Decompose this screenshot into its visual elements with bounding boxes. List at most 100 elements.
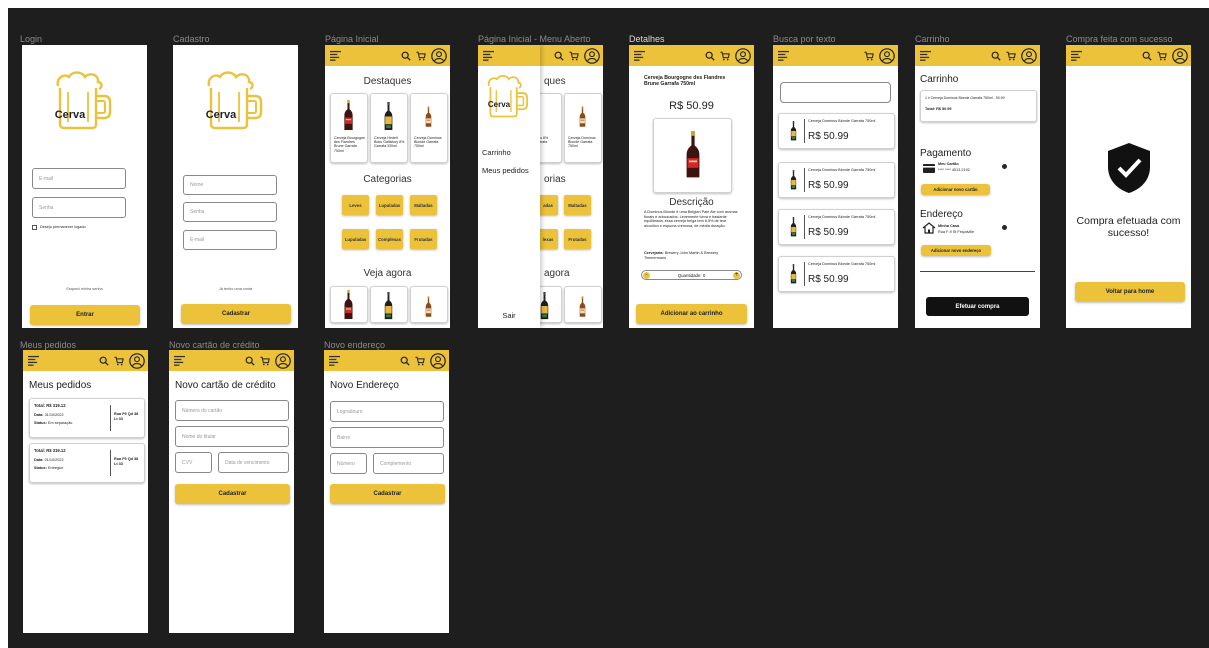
highlight-card[interactable]: Cerveja Bourgogne des Flandres Brune Gar… [330,93,368,163]
order-date: Data: 01/10/2022 [34,458,64,463]
add-card-button[interactable]: Adicionar novo cartão [921,184,990,195]
screen-inicial: Destaques Cerveja Bourgogne des Flandres… [325,45,450,328]
product-name: Cerveja Bourgogne des Flandres Brune Gar… [334,136,365,153]
email-input[interactable]: E-mail [32,168,126,189]
payment-title: Pagamento [920,148,972,159]
user-icon[interactable] [879,48,895,64]
quantity-plus-button[interactable]: + [733,271,740,279]
top-bar [169,350,294,371]
highlight-card[interactable]: Cerveja Hedelt Boku Gallistory 8% Garraf… [370,93,408,163]
drawer-item-carrinho[interactable]: Carrinho [482,148,511,157]
have-account-link[interactable]: Já tenho uma conta [173,287,298,292]
product-card[interactable] [410,286,448,323]
user-icon[interactable] [735,48,751,64]
order-card[interactable]: Total: R$ 319.12 Data: 01/10/2022 Status… [29,443,145,483]
product-card[interactable] [370,286,408,323]
complement-input[interactable]: Complemento [373,453,444,474]
cart-icon[interactable] [864,51,874,61]
district-input[interactable]: Bairro [330,427,444,448]
cart-icon[interactable] [415,356,425,366]
search-icon[interactable] [245,356,255,366]
product-name: Cerveja Dominus Blonde Garrafa 750ml [568,136,596,149]
cart-icon[interactable] [720,51,730,61]
search-icon[interactable] [400,356,410,366]
login-button[interactable]: Entrar [30,305,140,325]
menu-icon[interactable] [483,50,494,61]
description-title: Descrição [669,197,714,208]
user-icon[interactable] [275,353,291,369]
product-card[interactable] [330,286,368,323]
address-radio[interactable] [1002,225,1007,230]
user-icon[interactable] [431,48,447,64]
password-input[interactable]: Senha [183,202,277,222]
search-result-card[interactable]: Cerveja Dominus Blonde Garrafa 750ml R$ … [778,162,895,198]
menu-icon[interactable] [778,50,789,61]
cart-icon[interactable] [1006,51,1016,61]
add-address-button[interactable]: Adicionar novo endereço [921,245,991,256]
logout-link[interactable]: Sair [478,311,540,320]
register-address-button[interactable]: Cadastrar [330,484,445,504]
search-icon[interactable] [991,51,1001,61]
user-icon[interactable] [584,48,600,64]
back-home-button[interactable]: Voltar para home [1075,282,1185,302]
behind-card [564,286,602,323]
cart-icon[interactable] [569,51,579,61]
highlight-card[interactable]: Cerveja Dominus Blonde Garrafa 750ml [410,93,448,163]
product-name: Cerveja Hedelt Boku Gallistory 8% Garraf… [374,136,405,149]
search-icon[interactable] [401,51,411,61]
behind-category: Maltadas [564,195,591,215]
search-input[interactable] [780,82,891,103]
category-lupuladas[interactable]: Lupuladas [342,229,369,249]
search-result-card[interactable]: Cerveja Dominus Blonde Garrafa 750ml R$ … [778,256,895,292]
cvv-input[interactable]: CVV [175,452,212,473]
category-lupuladas[interactable]: Lupuladas [376,195,403,215]
category-frutadas[interactable]: Frutadas [410,229,437,249]
screen-menu-aberto: ques ttrés 8% Garrafa Cerveja Dominus Bl… [478,45,603,328]
expiry-date-input[interactable]: Data de vencimento [218,452,289,473]
user-icon[interactable] [1172,48,1188,64]
design-canvas: Login Cadastro Página Inicial Página Ini… [8,8,1209,648]
cart-icon[interactable] [114,356,124,366]
search-result-card[interactable]: Cerveja Dominus Blonde Garrafa 750ml R$ … [778,113,895,149]
order-card[interactable]: Total: R$ 319.12 Data: 31/10/2022 Status… [29,398,145,438]
user-icon[interactable] [1021,48,1037,64]
cart-icon[interactable] [416,51,426,61]
checkout-button[interactable]: Efetuar compra [926,297,1029,316]
menu-icon[interactable] [920,50,931,61]
logo-text: Cerva [54,109,86,121]
register-card-button[interactable]: Cadastrar [175,484,290,504]
email-input[interactable]: E-mail [183,230,277,250]
add-to-cart-button[interactable]: Adicionar ao carrinho [636,304,747,324]
menu-icon[interactable] [174,355,185,366]
register-button[interactable]: Cadastrar [181,304,291,324]
card-holder-input[interactable]: Nome do titular [175,426,289,447]
menu-icon[interactable] [329,355,340,366]
forgot-password-link[interactable]: Esqueci minha senha [22,287,147,292]
number-input[interactable]: Número [330,453,367,474]
card-divider [110,450,111,476]
street-input[interactable]: Logradouro [330,401,444,422]
password-input[interactable]: Senha [32,197,126,218]
category-complexas[interactable]: Complexas [376,229,403,249]
drawer-item-meus-pedidos[interactable]: Meus pedidos [482,166,530,175]
cart-icon[interactable] [260,356,270,366]
search-icon[interactable] [1142,51,1152,61]
category-leves[interactable]: Leves [342,195,369,215]
order-status: Status: Em separação [34,421,72,426]
search-icon[interactable] [705,51,715,61]
search-result-card[interactable]: Cerveja Dominus Blonde Garrafa 750ml R$ … [778,209,895,245]
user-icon[interactable] [129,353,145,369]
name-input[interactable]: Nome [183,175,277,195]
menu-icon[interactable] [1071,50,1082,61]
search-icon[interactable] [99,356,109,366]
remember-checkbox[interactable] [32,225,37,230]
search-icon[interactable] [554,51,564,61]
payment-radio[interactable] [1002,164,1007,169]
user-icon[interactable] [430,353,446,369]
menu-icon[interactable] [28,355,39,366]
menu-icon[interactable] [330,50,341,61]
category-maltadas[interactable]: Maltadas [410,195,437,215]
menu-icon[interactable] [634,50,645,61]
cart-icon[interactable] [1157,51,1167,61]
card-number-input[interactable]: Número do cartão [175,400,289,421]
